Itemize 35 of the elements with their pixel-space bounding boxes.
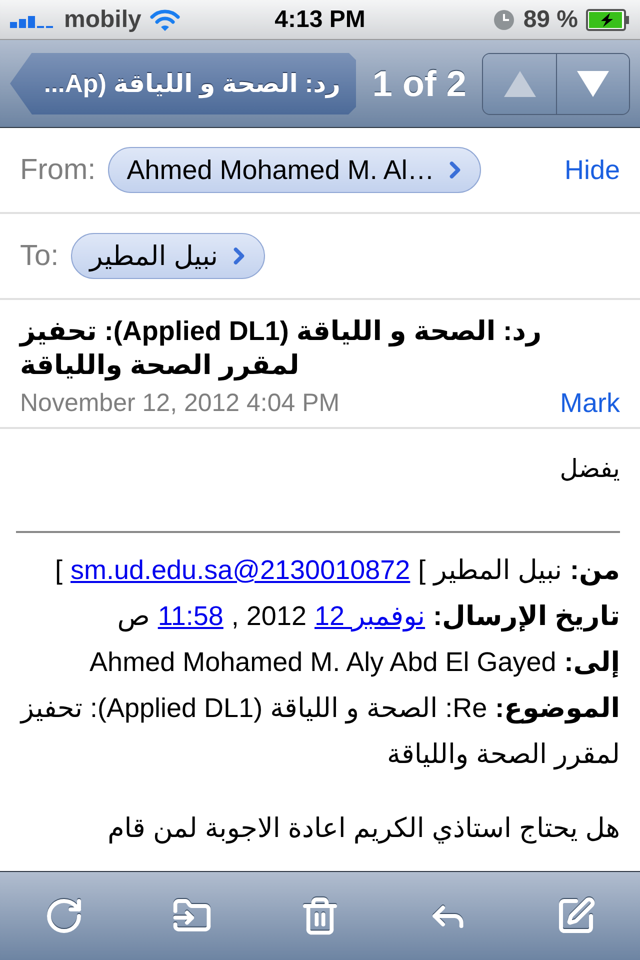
back-button[interactable]: رد: الصحة و اللياقة (Ap... xyxy=(10,52,356,114)
field-label: تاريخ الإرسال: xyxy=(433,601,620,631)
clock-icon xyxy=(493,8,516,30)
refresh-icon xyxy=(44,896,84,936)
field-value: [ xyxy=(418,555,426,585)
message-counter: 1 of 2 xyxy=(372,62,466,104)
link[interactable]: sm.ud.edu.sa@2130010872 xyxy=(70,555,410,585)
field-value: نبيل المطير xyxy=(434,555,562,585)
recipient-chip[interactable]: نبيل المطير xyxy=(70,233,265,279)
email-subject: رد: الصحة و اللياقة (Applied DL1): تحفيز لمقرر الصحة واللياقة xyxy=(20,315,542,382)
charging-battery-icon xyxy=(586,8,630,30)
wifi-icon xyxy=(149,8,182,32)
header-line: الموضوع: Re: الصحة و اللياقة (Applied DL1): تحفيز لمقرر الصحة واللياقة xyxy=(18,692,620,772)
battery-percent: 89 % xyxy=(523,6,578,34)
up-arrow-icon xyxy=(502,68,537,98)
message-text: يفضل xyxy=(558,454,620,485)
field-value: ص xyxy=(117,601,150,631)
field-value: [ xyxy=(54,555,62,585)
compose-icon xyxy=(556,896,596,936)
message-text: هل يحتاج استاذي الكريم اعادة الاجوبة لمن قام xyxy=(106,813,620,844)
hide-link[interactable]: Hide xyxy=(564,154,620,186)
field-value: , 2012 xyxy=(231,601,306,631)
next-button[interactable] xyxy=(556,54,629,114)
carrier-name: mobily xyxy=(64,6,142,34)
field-label: من: xyxy=(570,555,620,585)
trash-icon xyxy=(300,896,340,936)
email-date: November 12, 2012 4:04 PM xyxy=(20,389,340,418)
status-time: 4:13 PM xyxy=(274,6,366,34)
sender-chip[interactable]: Ahmed Mohamed M. Al… xyxy=(108,147,482,193)
to-label: To: xyxy=(20,240,59,272)
mark-link[interactable]: Mark xyxy=(560,388,620,419)
link[interactable]: 11:58 xyxy=(158,601,224,631)
from-label: From: xyxy=(20,154,96,186)
down-arrow-icon xyxy=(576,68,610,98)
link[interactable]: 12 نوفمبر xyxy=(314,601,426,631)
